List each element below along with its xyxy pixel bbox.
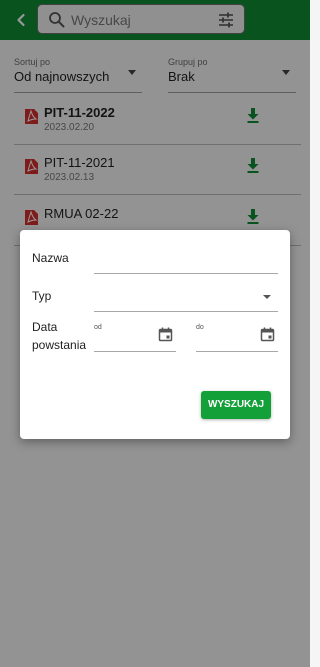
dropdown-arrow-icon bbox=[263, 295, 271, 299]
search-button[interactable]: WYSZUKAJ bbox=[201, 391, 271, 419]
search-dialog: Nazwa Typ Data powstania od do WYSZUKAJ bbox=[20, 230, 290, 439]
name-label: Nazwa bbox=[32, 251, 69, 265]
type-label: Typ bbox=[32, 289, 52, 303]
date-from-label: od bbox=[94, 324, 102, 331]
calendar-icon[interactable] bbox=[260, 327, 275, 342]
date-to-label: do bbox=[196, 324, 204, 331]
date-created-label: Data powstania bbox=[32, 320, 87, 352]
type-select[interactable] bbox=[94, 292, 278, 312]
calendar-icon[interactable] bbox=[158, 327, 173, 342]
date-from-input[interactable]: od bbox=[94, 322, 176, 352]
date-to-input[interactable]: do bbox=[196, 322, 278, 352]
name-input[interactable] bbox=[94, 254, 278, 274]
